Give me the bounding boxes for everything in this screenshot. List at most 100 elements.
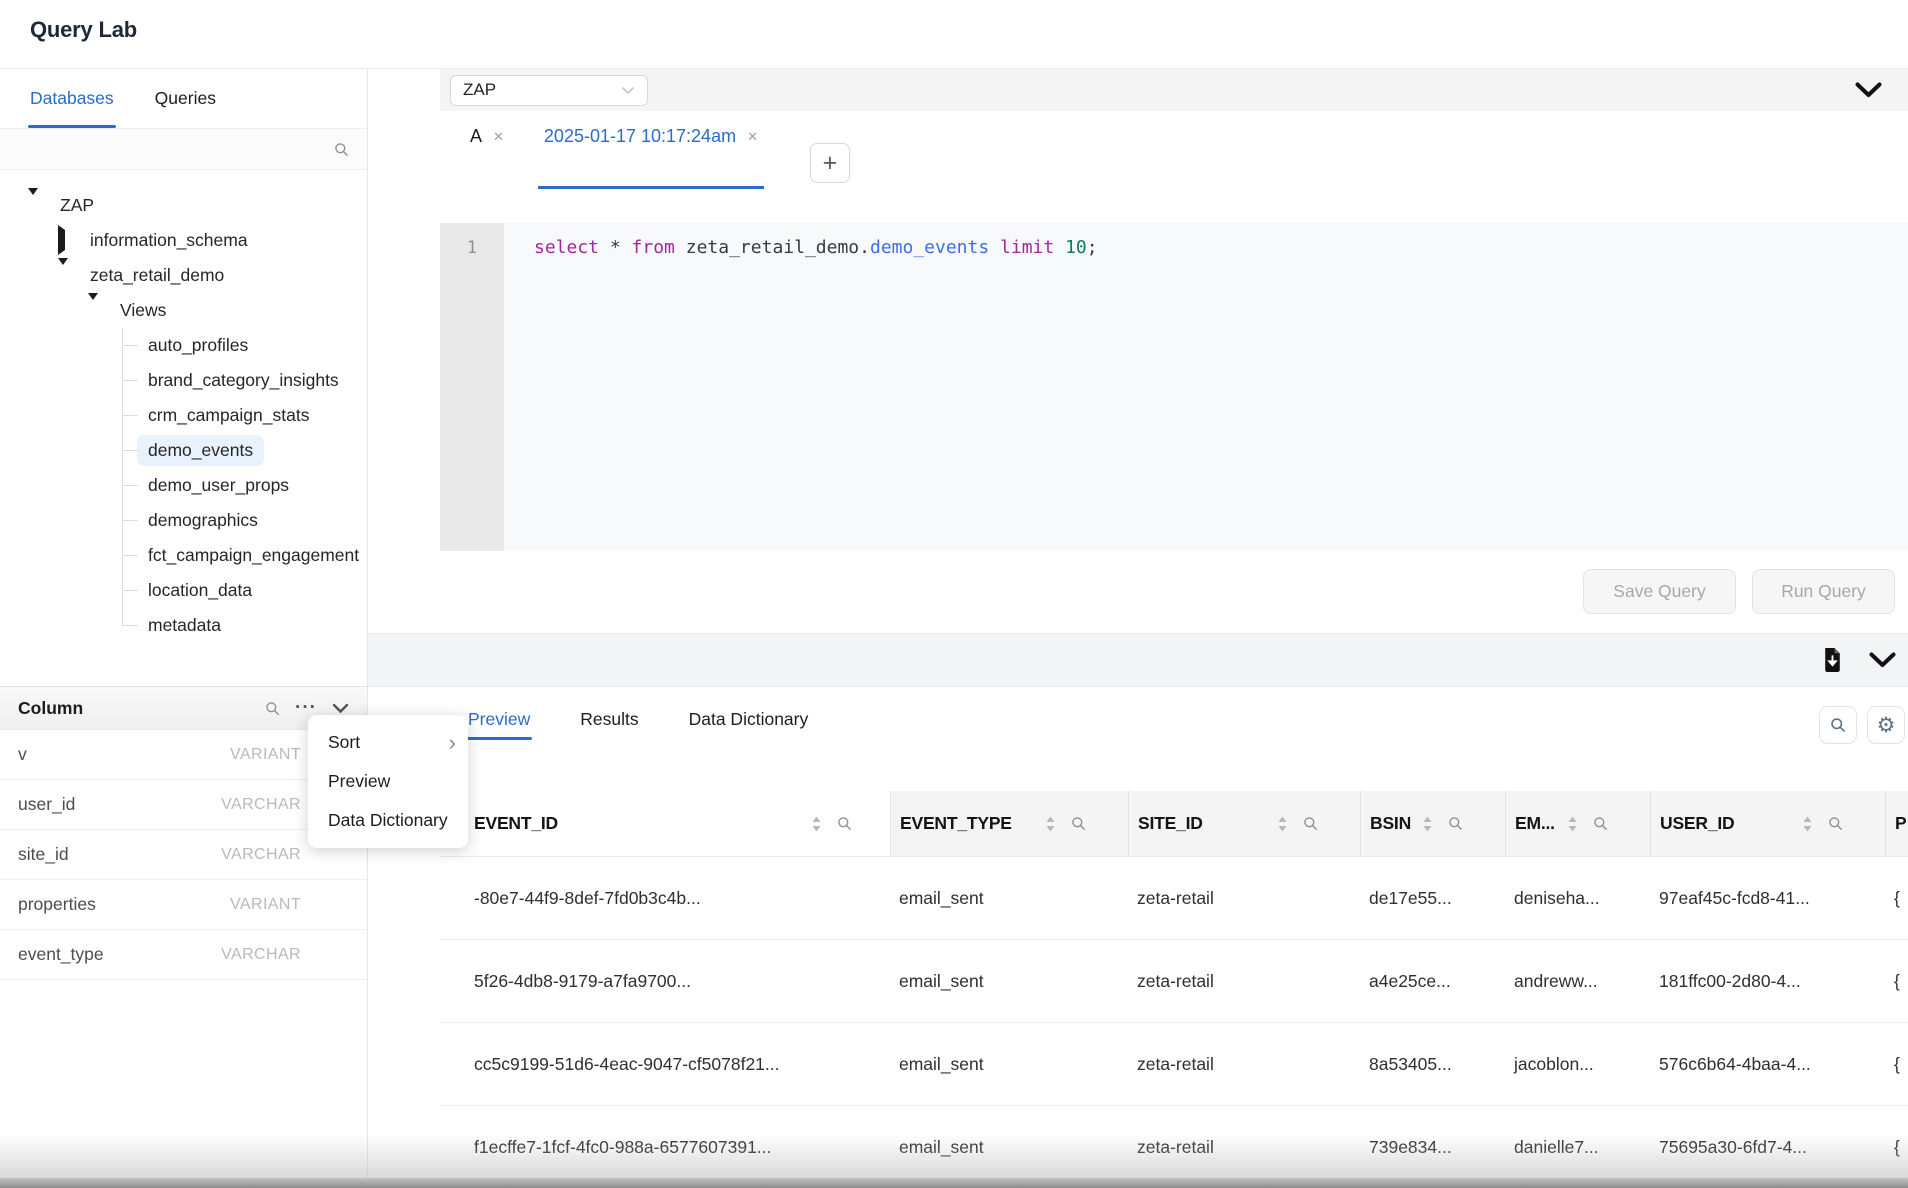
tree-item-label: demographics: [137, 505, 269, 536]
search-icon[interactable]: [1828, 816, 1843, 831]
tree-item-zeta_retail_demo[interactable]: zeta_retail_demo: [0, 258, 367, 293]
run-query-button[interactable]: Run Query: [1752, 569, 1895, 614]
code-token-plain: [989, 237, 1000, 258]
search-icon: [334, 142, 349, 157]
tree-item-fct_campaign_engagement[interactable]: fct_campaign_engagement: [122, 538, 367, 573]
caret-down-icon[interactable]: [58, 265, 72, 286]
results-tab-data-dictionary[interactable]: Data Dictionary: [687, 701, 811, 746]
table-row[interactable]: cc5c9199-51d6-4eac-9047-cf5078f21...emai…: [440, 1023, 1908, 1106]
table-header-bsin[interactable]: BSIN: [1360, 791, 1505, 856]
chevron-down-icon[interactable]: [332, 703, 349, 714]
caret-down-icon[interactable]: [88, 300, 102, 321]
table-header-p[interactable]: P: [1885, 791, 1908, 856]
more-icon[interactable]: ···: [295, 703, 317, 713]
column-row-properties[interactable]: propertiesVARIANT: [0, 880, 367, 930]
sort-icon[interactable]: [1422, 816, 1433, 832]
tree-item-demographics[interactable]: demographics: [122, 503, 367, 538]
table-header-label: P: [1895, 813, 1906, 834]
menu-item-data-dictionary[interactable]: Data Dictionary: [308, 801, 468, 840]
column-type: VARIANT: [230, 896, 301, 914]
column-type: VARCHAR: [221, 796, 301, 814]
table-row[interactable]: f1ecffe7-1fcf-4fc0-988a-6577607391...ema…: [440, 1106, 1908, 1188]
search-icon[interactable]: [265, 701, 280, 716]
table-body: -80e7-44f9-8def-7fd0b3c4b... email_sentze…: [440, 857, 1908, 1188]
tree-item-auto_profiles[interactable]: auto_profiles: [122, 328, 367, 363]
sort-icon[interactable]: [1802, 816, 1813, 832]
table-header-em-[interactable]: EM...: [1505, 791, 1650, 856]
tree-item-ZAP[interactable]: ZAP: [0, 188, 367, 223]
line-number: 1: [467, 238, 477, 257]
search-icon[interactable]: [1593, 816, 1608, 831]
tree-item-demo_events[interactable]: demo_events: [122, 433, 367, 468]
search-icon[interactable]: [1303, 816, 1318, 831]
table-search-button[interactable]: [1819, 706, 1857, 744]
table-row[interactable]: -80e7-44f9-8def-7fd0b3c4b...email_sentze…: [440, 857, 1908, 940]
table-row[interactable]: 5f26-4db8-9179-a7fa9700...email_sentzeta…: [440, 940, 1908, 1023]
search-icon[interactable]: [1448, 816, 1463, 831]
search-icon[interactable]: [1071, 816, 1086, 831]
sidebar-tab-queries[interactable]: Queries: [155, 69, 216, 128]
sort-icon[interactable]: [811, 816, 822, 832]
table-settings-button[interactable]: ⚙: [1867, 706, 1905, 744]
query-tab-2[interactable]: 2025-01-17 10:17:24am ✕: [544, 111, 758, 193]
menu-item-preview[interactable]: Preview: [308, 762, 468, 801]
code-token-plain: zeta_retail_demo.: [675, 237, 870, 258]
main-panel: ZAP A✕2025-01-17 10:17:24am✕+ 1 select *…: [368, 68, 1908, 1188]
caret-down-icon[interactable]: [28, 195, 42, 216]
tree-item-crm_campaign_stats[interactable]: crm_campaign_stats: [122, 398, 367, 433]
table-header-icons: [811, 816, 890, 832]
tree-item-demo_user_props[interactable]: demo_user_props: [122, 468, 367, 503]
query-tab-label: A: [470, 126, 482, 147]
table-cell: danielle7...: [1505, 1137, 1650, 1158]
query-tab-label: 2025-01-17 10:17:24am: [544, 126, 736, 147]
code-token-identifier: demo_events: [870, 237, 989, 258]
sidebar-search-input[interactable]: [0, 129, 367, 169]
tree-item-information_schema[interactable]: information_schema: [0, 223, 367, 258]
results-tab-preview[interactable]: Preview: [466, 701, 532, 746]
collapse-results-icon[interactable]: [1869, 652, 1896, 668]
table-cell: {: [1885, 1054, 1908, 1075]
table-header-event-id[interactable]: EVENT_ID: [440, 791, 890, 856]
tree-item-metadata[interactable]: metadata: [122, 608, 367, 643]
tree-item-brand_category_insights[interactable]: brand_category_insights: [122, 363, 367, 398]
page-title: Query Lab: [30, 17, 137, 43]
sort-icon[interactable]: [1277, 816, 1288, 832]
export-file-icon[interactable]: [1822, 647, 1843, 673]
close-icon[interactable]: ✕: [747, 126, 758, 145]
horizontal-scrollbar[interactable]: [0, 1178, 1908, 1188]
table-cell: 576c6b64-4baa-4...: [1650, 1054, 1885, 1075]
column-name: event_type: [18, 944, 104, 965]
column-row-event_type[interactable]: event_typeVARCHAR: [0, 930, 367, 980]
search-icon[interactable]: [837, 816, 852, 831]
sort-icon[interactable]: [1045, 816, 1056, 832]
tree-item-location_data[interactable]: location_data: [122, 573, 367, 608]
add-tab-button[interactable]: +: [810, 143, 850, 183]
tree-item-label: location_data: [137, 575, 263, 606]
query-tabs: A✕2025-01-17 10:17:24am✕+: [440, 111, 1908, 193]
tree-item-label: demo_user_props: [137, 470, 300, 501]
close-icon[interactable]: ✕: [493, 126, 504, 145]
table-header-user-id[interactable]: USER_ID: [1650, 791, 1885, 856]
database-tree: ZAPinformation_schemazeta_retail_demoVie…: [0, 170, 367, 643]
table-cell: de17e55...: [1360, 888, 1505, 909]
context-menu: Sort›PreviewData Dictionary: [308, 715, 468, 848]
sort-icon[interactable]: [1567, 816, 1578, 832]
table-header-label: EVENT_ID: [474, 813, 558, 834]
table-cell: -80e7-44f9-8def-7fd0b3c4b...: [440, 888, 890, 909]
sql-editor[interactable]: 1 select * from zeta_retail_demo.demo_ev…: [440, 223, 1908, 551]
caret-right-icon[interactable]: [58, 230, 72, 251]
table-header-event-type[interactable]: EVENT_TYPE: [890, 791, 1128, 856]
database-select-value: ZAP: [463, 80, 496, 100]
sidebar-tab-databases[interactable]: Databases: [30, 69, 114, 128]
save-query-button[interactable]: Save Query: [1583, 569, 1736, 614]
sql-code[interactable]: select * from zeta_retail_demo.demo_even…: [504, 223, 1098, 551]
table-cell: zeta-retail: [1128, 1054, 1360, 1075]
database-select[interactable]: ZAP: [450, 75, 648, 106]
collapse-editor-icon[interactable]: [1855, 82, 1882, 98]
menu-item-sort[interactable]: Sort›: [308, 723, 468, 762]
table-cell: email_sent: [890, 971, 1128, 992]
results-tab-results[interactable]: Results: [578, 701, 640, 746]
tree-item-Views[interactable]: Views: [0, 293, 367, 328]
query-tab-1[interactable]: A✕: [470, 111, 504, 193]
table-header-site-id[interactable]: SITE_ID: [1128, 791, 1360, 856]
